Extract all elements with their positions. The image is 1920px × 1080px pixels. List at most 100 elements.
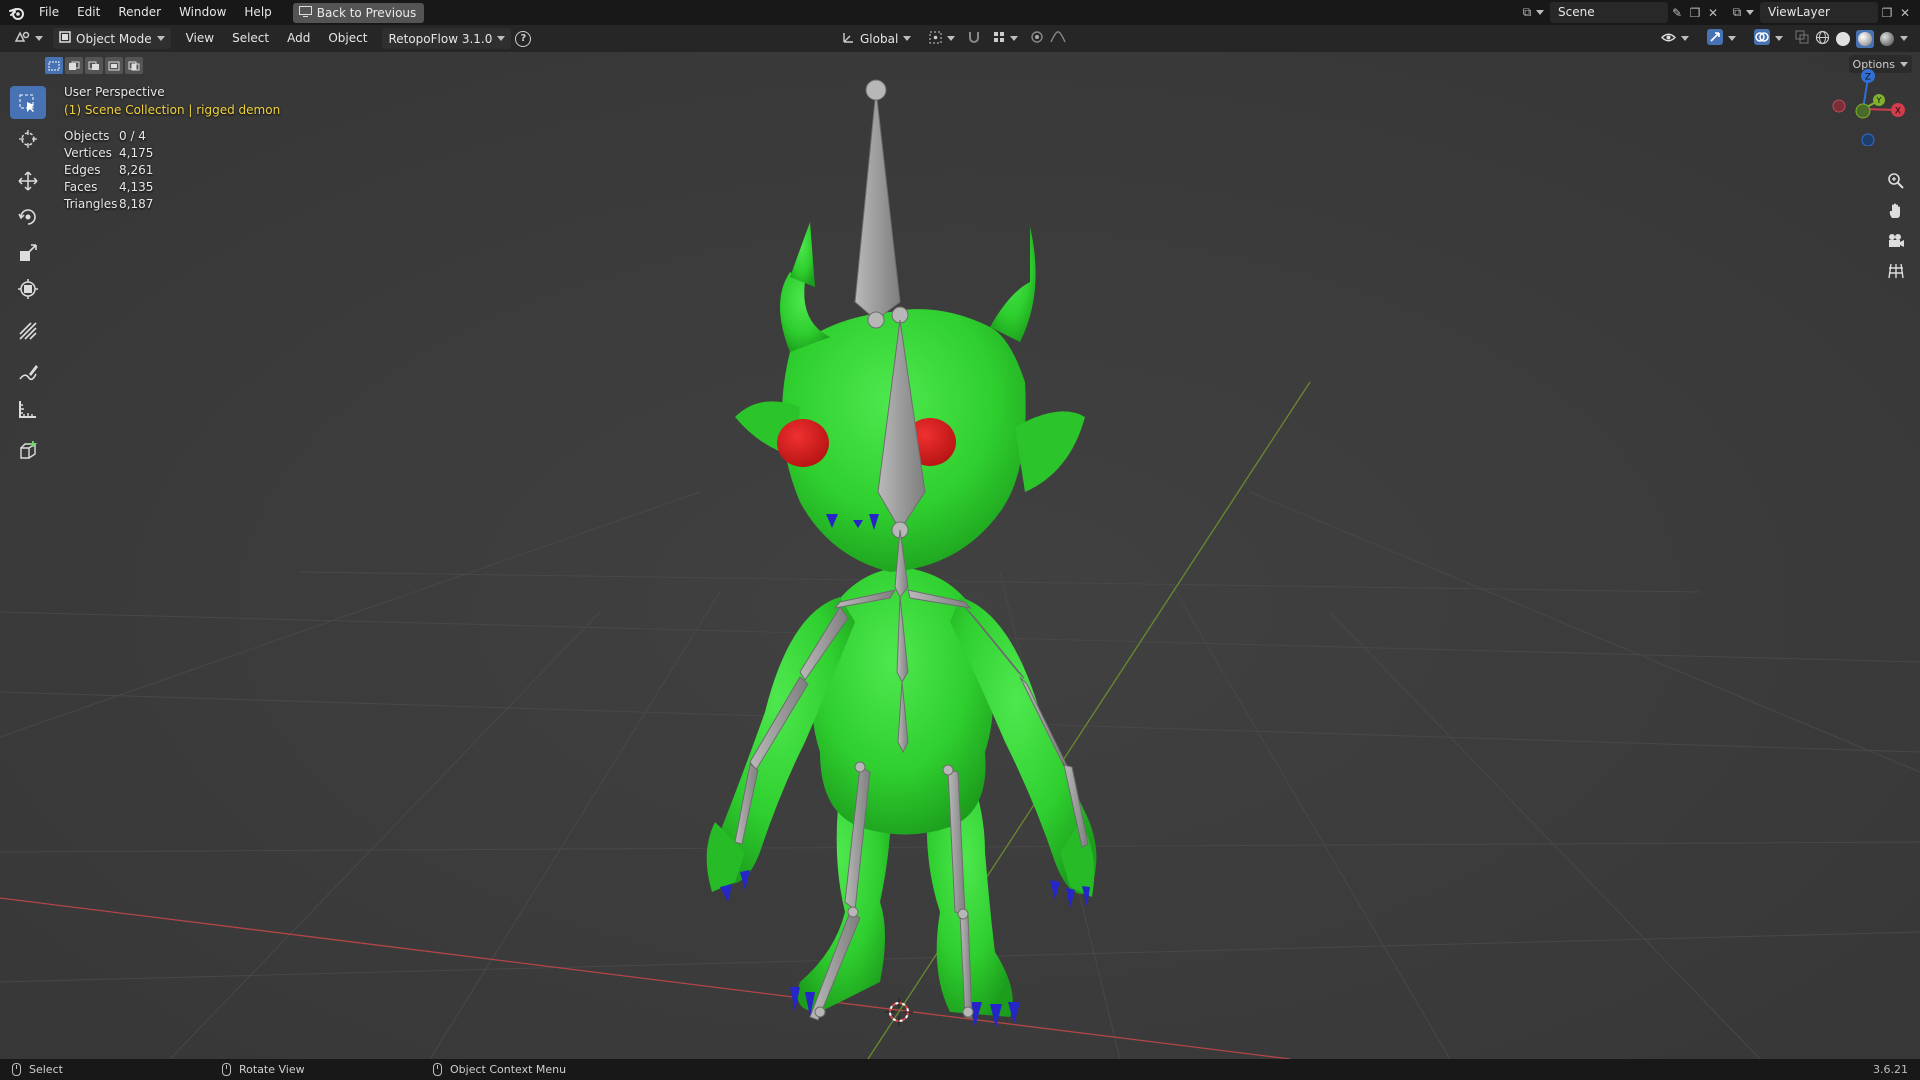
rotate-icon[interactable] (10, 200, 46, 233)
navigation-gizmo[interactable]: Z Y X (1818, 66, 1908, 146)
menu-help[interactable]: Help (235, 0, 280, 25)
view-perspective-label: User Perspective (64, 85, 165, 99)
stat-label: Faces (64, 180, 98, 194)
rendered-shading-icon[interactable] (1880, 31, 1894, 46)
menu-add[interactable]: Add (278, 25, 319, 52)
chevron-down-icon (947, 36, 956, 41)
top-menu-bar: File Edit Render Window Help Back to Pre… (0, 0, 1920, 25)
pan-hand-icon[interactable] (1885, 200, 1907, 222)
proportional-edit-icon[interactable] (1030, 30, 1044, 47)
chevron-down-icon (903, 36, 912, 41)
orientation-label: Global (860, 31, 899, 46)
help-icon[interactable]: ? (515, 30, 532, 47)
chevron-down-icon (35, 36, 43, 41)
editor-type-icon (14, 31, 30, 46)
close-icon[interactable]: ✕ (1896, 4, 1914, 22)
gizmo-y-label: Y (1876, 96, 1882, 105)
viewport-header: Object Mode View Select Add Object Retop… (0, 25, 1920, 52)
tool-shelf (8, 86, 48, 470)
menu-view[interactable]: View (177, 25, 223, 52)
retopoflow-dropdown[interactable]: RetopoFlow 3.1.0 (382, 28, 512, 49)
chevron-down-icon[interactable] (1536, 10, 1544, 15)
view-layer-icon[interactable]: ⧉ (1728, 4, 1746, 22)
menu-edit[interactable]: Edit (68, 0, 109, 25)
wireframe-shading-icon[interactable] (1815, 30, 1830, 48)
menu-render[interactable]: Render (109, 0, 170, 25)
orientation-dropdown[interactable]: Global (836, 28, 917, 49)
material-preview-shading-icon[interactable] (1856, 29, 1874, 48)
menu-object[interactable]: Object (319, 25, 376, 52)
status-select-label: Select (29, 1063, 63, 1076)
add-cube-icon[interactable] (10, 434, 46, 467)
overlay-icon (1754, 29, 1770, 48)
annotate-line-icon[interactable] (10, 314, 46, 347)
chevron-down-icon (1010, 36, 1019, 41)
camera-view-icon[interactable] (1885, 230, 1907, 252)
pivot-dropdown[interactable] (923, 28, 961, 49)
gizmo-neg-y-axis[interactable] (1855, 103, 1871, 119)
select-intersect-icon[interactable] (125, 57, 143, 74)
scene-canvas (0, 52, 1920, 1059)
scene-icon[interactable]: ⧉ (1518, 4, 1536, 22)
mode-dropdown[interactable]: Object Mode (53, 28, 171, 49)
view-layer-name-field[interactable]: ViewLayer (1760, 2, 1878, 23)
editor-type-dropdown[interactable] (8, 28, 49, 49)
annotate-icon[interactable] (10, 356, 46, 389)
status-rotate-label: Rotate View (239, 1063, 305, 1076)
select-subtract-icon[interactable] (85, 57, 103, 74)
3d-viewport[interactable]: User Perspective (1) Scene Collection | … (0, 52, 1920, 1059)
chevron-down-icon (497, 36, 506, 41)
blender-logo-icon[interactable] (4, 0, 30, 25)
gizmo-neg-z-axis[interactable] (1861, 133, 1875, 146)
chevron-down-icon (1681, 36, 1689, 41)
new-view-layer-icon[interactable]: ❐ (1878, 4, 1896, 22)
gizmo-toggle[interactable] (1701, 28, 1742, 49)
measure-icon[interactable] (10, 392, 46, 425)
stat-value: 0 / 4 (119, 129, 146, 143)
chevron-down-icon[interactable] (1746, 10, 1754, 15)
gizmo-neg-x-axis[interactable] (1832, 99, 1846, 113)
stat-label: Edges (64, 163, 101, 177)
status-context-hint: Object Context Menu (433, 1059, 566, 1080)
scale-icon[interactable] (10, 236, 46, 269)
select-box-icon[interactable] (10, 86, 46, 119)
falloff-curve-icon[interactable] (1050, 31, 1066, 46)
transform-icon[interactable] (10, 272, 46, 305)
select-extend-icon[interactable] (65, 57, 83, 74)
cursor-icon[interactable] (10, 122, 46, 155)
menu-window[interactable]: Window (170, 0, 235, 25)
scene-name-field[interactable]: Scene (1550, 2, 1668, 23)
left-eye (777, 419, 829, 467)
snap-target-dropdown[interactable] (987, 28, 1024, 49)
stat-label: Vertices (64, 146, 112, 160)
snap-grid-icon (993, 31, 1005, 46)
solid-shading-icon[interactable] (1836, 31, 1850, 46)
move-icon[interactable] (10, 164, 46, 197)
new-scene-icon[interactable]: ❐ (1686, 4, 1704, 22)
screen-icon (298, 5, 312, 20)
back-to-previous-button[interactable]: Back to Previous (292, 2, 425, 23)
overlay-toggle[interactable] (1748, 28, 1789, 49)
chevron-down-icon[interactable] (1900, 36, 1908, 41)
status-bar: Select Rotate View Object Context Menu 3… (0, 1059, 1920, 1080)
retopoflow-label: RetopoFlow 3.1.0 (388, 31, 493, 46)
chevron-down-icon (1728, 36, 1736, 41)
eye-icon (1661, 32, 1676, 46)
snap-magnet-icon[interactable] (967, 30, 981, 47)
stat-value: 8,261 (119, 163, 154, 177)
stat-label: Objects (64, 129, 110, 143)
stat-value: 8,187 (119, 197, 154, 211)
zoom-icon[interactable] (1885, 170, 1907, 192)
select-invert-icon[interactable] (105, 57, 123, 74)
ortho-grid-icon[interactable] (1885, 260, 1907, 282)
close-icon[interactable]: ✕ (1704, 4, 1722, 22)
visibility-dropdown[interactable] (1655, 28, 1695, 49)
mouse-right-icon (433, 1063, 442, 1076)
pin-icon[interactable]: ✎ (1668, 4, 1686, 22)
select-new-icon[interactable] (45, 57, 63, 74)
xray-icon[interactable] (1795, 30, 1809, 47)
mouse-left-icon (12, 1063, 21, 1076)
transform-controls: Global (836, 25, 1066, 52)
menu-file[interactable]: File (30, 0, 68, 25)
menu-select[interactable]: Select (223, 25, 278, 52)
